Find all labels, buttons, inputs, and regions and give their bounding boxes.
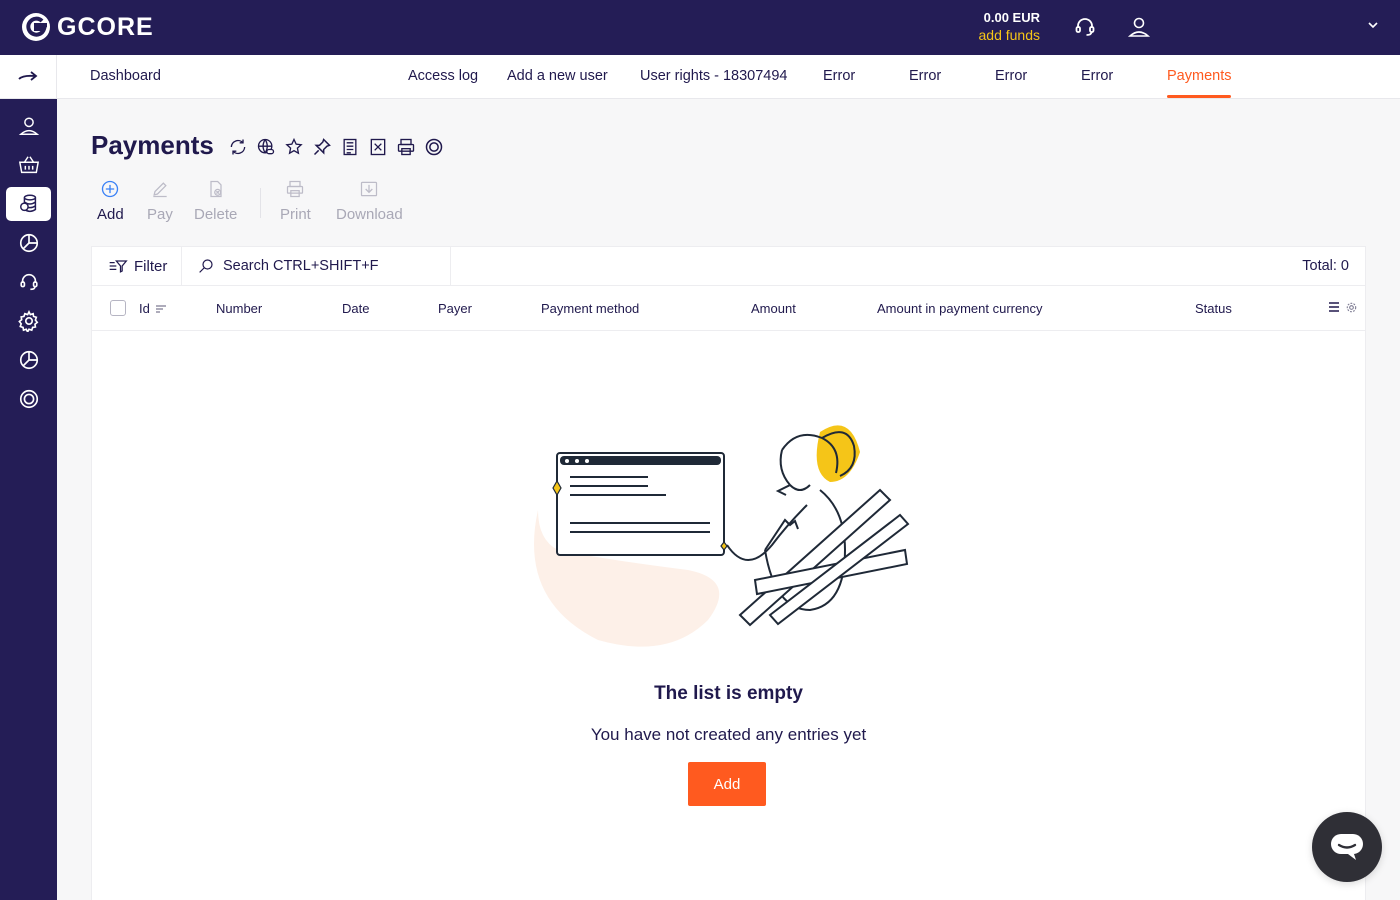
tab-error-1[interactable]: Error xyxy=(823,55,855,98)
filter-icon xyxy=(109,260,128,273)
select-all-checkbox[interactable] xyxy=(110,300,126,316)
sidebar-item-statistics[interactable] xyxy=(6,343,51,377)
arrow-right-icon xyxy=(18,70,38,81)
user-icon xyxy=(1127,17,1151,37)
plus-circle-icon xyxy=(99,178,121,200)
col-id[interactable]: Id xyxy=(139,287,167,330)
filter-label: Filter xyxy=(134,257,168,275)
tab-access-log[interactable]: Access log xyxy=(408,55,478,98)
pencil-icon xyxy=(149,178,171,200)
finance-icon xyxy=(19,194,36,213)
user-icon xyxy=(18,117,39,135)
chat-widget-button[interactable] xyxy=(1312,812,1382,882)
gcore-logo[interactable]: GCORE xyxy=(21,10,154,44)
tab-dashboard[interactable]: Dashboard xyxy=(90,55,161,98)
search-input[interactable] xyxy=(223,258,443,274)
tabs-bar: Dashboard Access log Add a new user User… xyxy=(0,55,1400,99)
tab-error-4[interactable]: Error xyxy=(1081,55,1113,98)
chat-bubble-icon xyxy=(1331,834,1363,860)
sidebar-toggle-button[interactable] xyxy=(0,55,57,98)
page-title: Payments xyxy=(91,130,214,160)
table-header: Id Number Date Payer Payment method Amou… xyxy=(92,287,1365,331)
download-label: Download xyxy=(336,206,403,223)
col-payer[interactable]: Payer xyxy=(438,287,472,330)
filter-button[interactable]: Filter xyxy=(92,247,182,285)
pie-chart-icon xyxy=(19,233,38,253)
sidebar-item-settings[interactable] xyxy=(6,304,51,338)
toolbar-divider xyxy=(260,188,261,218)
delete-label: Delete xyxy=(194,206,238,223)
tab-user-rights[interactable]: User rights - 18307494 xyxy=(640,55,788,98)
globe-link-icon[interactable] xyxy=(255,136,277,158)
title-actions xyxy=(227,136,445,158)
col-amount-payment-currency[interactable]: Amount in payment currency xyxy=(877,287,1042,330)
support-headset-button[interactable] xyxy=(1071,13,1099,41)
filter-row: Filter Total: 0 xyxy=(92,247,1365,286)
download-button[interactable]: Download xyxy=(336,178,403,223)
delete-doc-icon xyxy=(205,178,227,200)
print-label: Print xyxy=(280,206,311,223)
pay-button[interactable]: Pay xyxy=(147,178,173,223)
delete-button[interactable]: Delete xyxy=(194,178,237,223)
empty-state-subtitle: You have not created any entries yet xyxy=(590,725,867,744)
print-icon xyxy=(284,178,306,200)
basket-icon xyxy=(18,156,39,174)
menu-icon[interactable] xyxy=(1328,301,1340,313)
headset-icon xyxy=(19,273,38,291)
total-count: Total: 0 xyxy=(1302,258,1349,274)
balance-amount: 0.00 EUR xyxy=(983,10,1040,25)
pie-chart-icon xyxy=(19,350,38,370)
sidebar-item-help[interactable] xyxy=(6,382,51,416)
print-icon[interactable] xyxy=(395,136,417,158)
empty-add-button[interactable]: Add xyxy=(688,762,766,806)
sidebar-item-users[interactable] xyxy=(6,109,51,143)
lifebuoy-icon[interactable] xyxy=(423,136,445,158)
sidebar-item-shop[interactable] xyxy=(6,148,51,182)
col-date[interactable]: Date xyxy=(342,287,369,330)
sidebar-item-reports[interactable] xyxy=(6,226,51,260)
search-box xyxy=(183,247,451,285)
brand-name: GCORE xyxy=(57,12,154,41)
empty-state-title: The list is empty xyxy=(654,683,803,704)
tab-error-3[interactable]: Error xyxy=(995,55,1027,98)
print-button[interactable]: Print xyxy=(280,178,311,223)
add-label: Add xyxy=(97,206,124,223)
gcore-logo-icon xyxy=(22,13,50,41)
tab-payments[interactable]: Payments xyxy=(1167,55,1232,98)
tab-add-new-user[interactable]: Add a new user xyxy=(507,55,608,98)
search-icon xyxy=(199,259,213,273)
sidebar xyxy=(0,99,57,900)
chevron-down-icon[interactable] xyxy=(1366,18,1380,32)
add-funds-link[interactable]: add funds xyxy=(960,26,1041,45)
sidebar-item-support[interactable] xyxy=(6,265,51,299)
list-doc-icon[interactable] xyxy=(339,136,361,158)
gear-icon xyxy=(17,310,38,332)
star-icon[interactable] xyxy=(283,136,305,158)
headset-icon xyxy=(1075,18,1095,36)
column-tools xyxy=(1328,301,1357,313)
col-amount[interactable]: Amount xyxy=(751,287,796,330)
add-button[interactable]: Add xyxy=(97,178,124,223)
empty-state-illustration xyxy=(534,425,910,647)
gear-icon[interactable] xyxy=(1346,302,1357,313)
download-icon xyxy=(358,178,380,200)
col-number[interactable]: Number xyxy=(216,287,262,330)
user-profile-button[interactable] xyxy=(1125,13,1153,41)
sort-icon xyxy=(156,305,167,313)
sidebar-item-finance[interactable] xyxy=(6,187,51,221)
col-payment-method[interactable]: Payment method xyxy=(541,287,639,330)
pin-icon[interactable] xyxy=(311,136,333,158)
balance-widget: 0.00 EUR add funds xyxy=(960,9,1041,45)
lifebuoy-icon xyxy=(19,389,38,409)
excel-icon[interactable] xyxy=(367,136,389,158)
pay-label: Pay xyxy=(147,206,173,223)
top-bar: GCORE 0.00 EUR add funds xyxy=(0,0,1400,55)
refresh-icon[interactable] xyxy=(227,136,249,158)
tab-error-2[interactable]: Error xyxy=(909,55,941,98)
col-status[interactable]: Status xyxy=(1195,287,1232,330)
col-id-label: Id xyxy=(139,301,150,316)
